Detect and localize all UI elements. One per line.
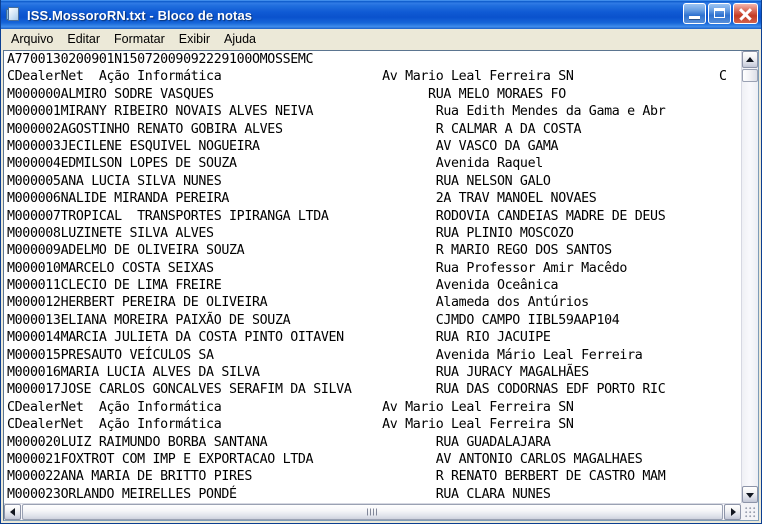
text-line: M000003JECILENE ESQUIVEL NOGUEIRA AV VAS…: [7, 138, 559, 154]
text-line: CDealerNet Ação Informática Av Mario Lea…: [7, 417, 574, 433]
scroll-thumb-grip: [366, 508, 379, 516]
chevron-right-icon[interactable]: [724, 504, 741, 520]
text-line: M000011CLECIO DE LIMA FREIRE Avenida Oce…: [7, 278, 559, 294]
menu-item-arquivo[interactable]: Arquivo: [4, 30, 60, 48]
vertical-scroll-thumb[interactable]: [742, 69, 758, 82]
text-line: M000015PRESAUTO VEÍCULOS SA Avenida Mári…: [7, 347, 643, 363]
text-line: M000013ELIANA MOREIRA PAIXÃO DE SOUZA CJ…: [7, 312, 620, 328]
text-line: M000001MIRANY RIBEIRO NOVAIS ALVES NEIVA…: [7, 104, 666, 120]
text-line: A7700130200901N15072009092229100OMOSSEMC: [7, 52, 314, 67]
chevron-up-icon[interactable]: [742, 51, 758, 68]
notepad-document-icon: [5, 6, 23, 24]
horizontal-scrollbar[interactable]: [4, 503, 741, 520]
text-line: M000021FOXTROT COM IMP E EXPORTACAO LTDA…: [7, 451, 643, 467]
close-button[interactable]: [733, 3, 758, 24]
text-line: M000014MARCIA JULIETA DA COSTA PINTO OIT…: [7, 330, 551, 346]
chevron-down-icon[interactable]: [742, 486, 758, 503]
menu-item-formatar[interactable]: Formatar: [107, 30, 172, 48]
title-bar[interactable]: ISS.MossoroRN.txt - Bloco de notas: [1, 0, 761, 29]
text-line: M000023ORLANDO MEIRELLES PONDÉ RUA CLARA…: [7, 486, 551, 502]
text-line: M000009ADELMO DE OLIVEIRA SOUZA R MARIO …: [7, 243, 612, 259]
text-line: M000017JOSE CARLOS GONCALVES SERAFIM DA …: [7, 382, 666, 398]
text-line: M000005ANA LUCIA SILVA NUNES RUA NELSON …: [7, 173, 551, 189]
text-line: CDealerNet Ação Informática Av Mario Lea…: [7, 69, 727, 85]
menu-item-ajuda[interactable]: Ajuda: [217, 30, 263, 48]
window-controls: [683, 3, 758, 24]
text-line: M000012HERBERT PEREIRA DE OLIVEIRA Alame…: [7, 295, 589, 311]
text-line: M000020LUIZ RAIMUNDO BORBA SANTANA RUA G…: [7, 434, 551, 450]
resize-grip[interactable]: [741, 503, 758, 520]
text-line: M000016MARIA LUCIA ALVES DA SILVA RUA JU…: [7, 365, 589, 381]
vertical-scrollbar[interactable]: [741, 51, 758, 503]
notepad-window: ISS.MossoroRN.txt - Bloco de notas Arqui…: [0, 0, 762, 524]
text-line: M000007TROPICAL TRANSPORTES IPIRANGA LTD…: [7, 208, 666, 224]
text-line: CDealerNet Ação Informática Av Mario Lea…: [7, 399, 574, 415]
menu-bar: Arquivo Editar Formatar Exibir Ajuda: [1, 29, 761, 50]
minimize-button[interactable]: [683, 3, 706, 24]
document-text: A7700130200901N15072009092229100OMOSSEMC…: [7, 51, 727, 503]
window-title: ISS.MossoroRN.txt - Bloco de notas: [27, 7, 253, 23]
text-line: M000000ALMIRO SODRE VASQUES RUA MELO MOR…: [7, 86, 566, 102]
maximize-button[interactable]: [708, 3, 731, 24]
text-area[interactable]: A7700130200901N15072009092229100OMOSSEMC…: [4, 51, 741, 503]
vertical-scroll-track[interactable]: [742, 68, 758, 486]
text-line: M000008LUZINETE SILVA ALVES RUA PLINIO M…: [7, 225, 574, 241]
text-line: M000010MARCELO COSTA SEIXAS Rua Professo…: [7, 260, 628, 276]
text-line: M000002AGOSTINHO RENATO GOBIRA ALVES R C…: [7, 121, 582, 137]
text-line: M000006NALIDE MIRANDA PEREIRA 2A TRAV MA…: [7, 191, 597, 207]
text-editor-client-area: A7700130200901N15072009092229100OMOSSEMC…: [3, 50, 759, 521]
horizontal-scroll-thumb[interactable]: [22, 504, 723, 520]
text-line: M000022ANA MARIA DE BRITTO PIRES R RENAT…: [7, 469, 666, 485]
chevron-left-icon[interactable]: [4, 504, 21, 520]
text-line: M000004EDMILSON LOPES DE SOUZA Avenida R…: [7, 156, 543, 172]
menu-item-exibir[interactable]: Exibir: [172, 30, 217, 48]
menu-item-editar[interactable]: Editar: [60, 30, 107, 48]
